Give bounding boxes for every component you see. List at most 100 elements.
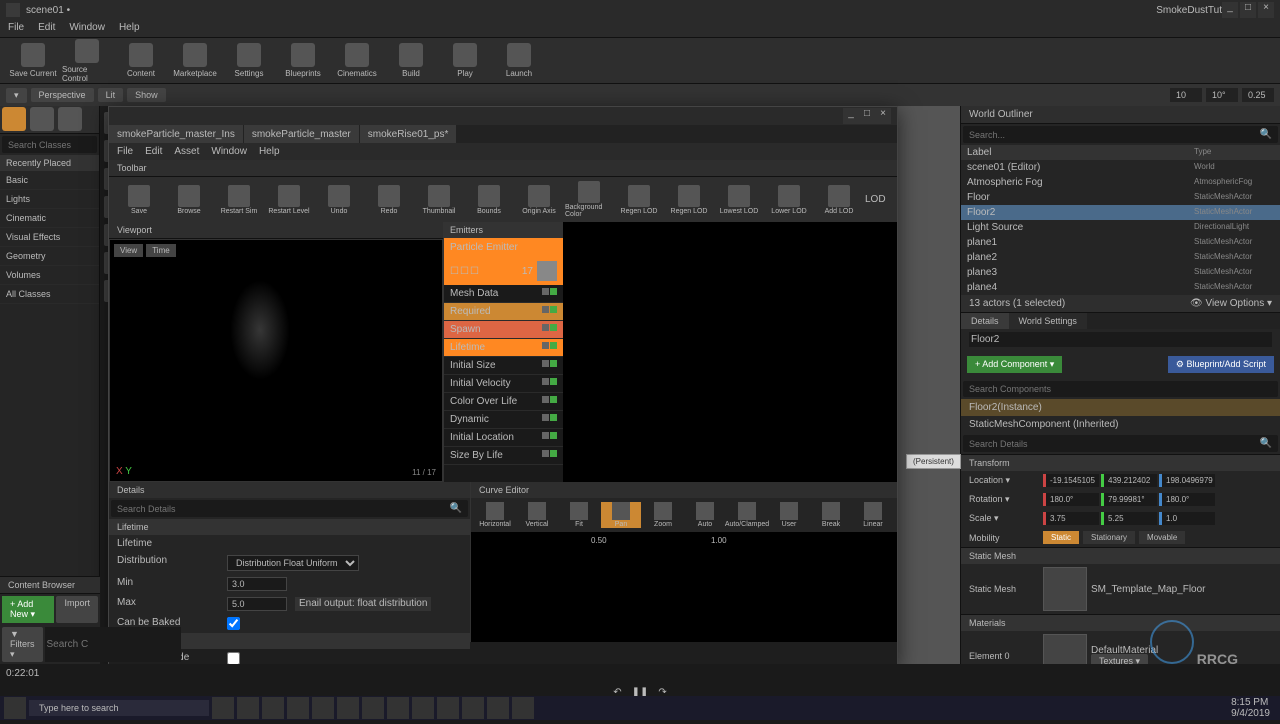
outliner-row[interactable]: Atmospheric FogAtmosphericFog [961,175,1280,190]
landscape-mode-icon[interactable] [58,107,82,131]
distribution-select[interactable]: Distribution Float Uniform [227,555,359,571]
cascade-tool-background-color[interactable]: Background Color [565,181,613,218]
cascade-close[interactable]: × [875,108,891,124]
curve-canvas[interactable]: 0.50 1.00 [471,532,897,642]
outliner-row[interactable]: plane4StaticMeshActor [961,280,1280,295]
app-icon[interactable] [512,697,534,719]
cascade-tool-lowest-lod[interactable]: Lowest LOD [715,185,763,215]
curve-user-button[interactable]: User [769,502,809,528]
emitter-module-initial-size[interactable]: Initial Size [444,357,563,375]
time-button[interactable]: Time [146,244,175,257]
col-type[interactable]: Type [1194,147,1274,158]
maximize-button[interactable]: □ [1240,2,1256,18]
outliner-row[interactable]: scene01 (Editor)World [961,160,1280,175]
menu-help[interactable]: Help [119,22,140,35]
content-button[interactable]: Content [116,43,166,78]
cinematics-button[interactable]: Cinematics [332,43,382,78]
cat-volumes[interactable]: Volumes [0,266,99,285]
emitter-empty-area[interactable] [563,222,897,482]
baked-checkbox[interactable] [227,617,240,630]
emitter-module-lifetime[interactable]: Lifetime [444,339,563,357]
cascade-search-details[interactable] [117,503,450,514]
cascade-tool-add-lod[interactable]: Add LOD [815,185,863,215]
outliner-row[interactable]: Light SourceDirectionalLight [961,220,1280,235]
cascade-minimize[interactable]: _ [843,108,859,124]
tab-particle-master[interactable]: smokeParticle_master [244,125,360,143]
static-mesh-header[interactable]: Static Mesh [961,548,1280,564]
launch-button[interactable]: Launch [494,43,544,78]
cat-geometry[interactable]: Geometry [0,247,99,266]
cascade-tool-restart-sim[interactable]: Restart Sim [215,185,263,215]
mesh-component[interactable]: StaticMeshComponent (Inherited) [969,419,1119,430]
cascade-menu-edit[interactable]: Edit [145,146,162,157]
cascade-maximize[interactable]: □ [859,108,875,124]
app-icon[interactable] [412,697,434,719]
outliner-row[interactable]: plane1StaticMeshActor [961,235,1280,250]
cascade-tool-origin-axis[interactable]: Origin Axis [515,185,563,215]
mobility-movable[interactable]: Movable [1139,531,1185,544]
play-button[interactable]: Play [440,43,490,78]
app-icon[interactable] [262,697,284,719]
emitter-module-color-over-life[interactable]: Color Over Life [444,393,563,411]
cortana-icon[interactable] [212,697,234,719]
emitter-module-required[interactable]: Required [444,303,563,321]
app-icon[interactable] [337,697,359,719]
app-icon[interactable] [462,697,484,719]
cascade-menu-file[interactable]: File [117,146,133,157]
curve-break-button[interactable]: Break [811,502,851,528]
cascade-viewport[interactable]: View Time X Y 11 / 17 [109,239,443,482]
emitter-module-size-by-life[interactable]: Size By Life [444,447,563,465]
view-button[interactable]: View [114,244,143,257]
loc-y[interactable]: 439.212402 [1101,474,1157,487]
material-thumbnail[interactable] [1043,634,1087,666]
cascade-tool-regen-lod[interactable]: Regen LOD [615,185,663,215]
outliner-row[interactable]: plane3StaticMeshActor [961,265,1280,280]
max-input[interactable] [227,597,287,611]
blueprint-script-button[interactable]: ⚙ Blueprint/Add Script [1168,356,1274,373]
cat-all[interactable]: All Classes [0,285,99,304]
rot-z[interactable]: 180.0° [1159,493,1215,506]
app-icon[interactable] [487,697,509,719]
search-icon[interactable]: 🔍 [1260,129,1272,140]
search-icon[interactable]: 🔍 [1260,438,1272,449]
emitter-module-mesh-data[interactable]: Mesh Data [444,285,563,303]
cascade-tool-redo[interactable]: Redo [365,185,413,215]
cascade-menu-help[interactable]: Help [259,146,280,157]
outliner-row[interactable]: Floor2StaticMeshActor [961,205,1280,220]
mesh-thumbnail[interactable] [1043,567,1087,611]
emitter-module-spawn[interactable]: Spawn [444,321,563,339]
perspective-button[interactable]: Perspective [31,88,94,102]
start-button[interactable] [4,697,26,719]
menu-file[interactable]: File [8,22,24,35]
filters-button[interactable]: ▼ Filters ▾ [2,627,43,662]
min-input[interactable] [227,577,287,591]
scale-x[interactable]: 3.75 [1043,512,1099,525]
curve-linear-button[interactable]: Linear [853,502,893,528]
details-tab[interactable]: Details [961,313,1009,329]
cascade-tool-browse[interactable]: Browse [165,185,213,215]
curve-zoom-button[interactable]: Zoom [643,502,683,528]
blueprints-button[interactable]: Blueprints [278,43,328,78]
cascade-tool-undo[interactable]: Undo [315,185,363,215]
add-new-button[interactable]: + Add New ▾ [2,596,54,623]
settings-button[interactable]: Settings [224,43,274,78]
rot-x[interactable]: 180.0° [1043,493,1099,506]
menu-edit[interactable]: Edit [38,22,55,35]
close-button[interactable]: × [1258,2,1274,18]
curve-auto-button[interactable]: Auto [685,502,725,528]
paint-mode-icon[interactable] [30,107,54,131]
cascade-tool-thumbnail[interactable]: Thumbnail [415,185,463,215]
root-component[interactable]: Floor2(Instance) [969,402,1042,413]
cascade-menu-window[interactable]: Window [211,146,247,157]
show-button[interactable]: Show [127,88,166,102]
curve-horizontal-button[interactable]: Horizontal [475,502,515,528]
dropdown-icon[interactable]: ▾ [6,88,27,103]
cascade-tool-bounds[interactable]: Bounds [465,185,513,215]
clock-time[interactable]: 8:15 PM [1231,697,1270,708]
mesh-name[interactable]: SM_Template_Map_Floor [1091,584,1206,595]
build-button[interactable]: Build [386,43,436,78]
emitter-module-initial-location[interactable]: Initial Location [444,429,563,447]
transform-header[interactable]: Transform [961,455,1280,471]
taskview-icon[interactable] [237,697,259,719]
loc-z[interactable]: 198.0496979 [1159,474,1215,487]
